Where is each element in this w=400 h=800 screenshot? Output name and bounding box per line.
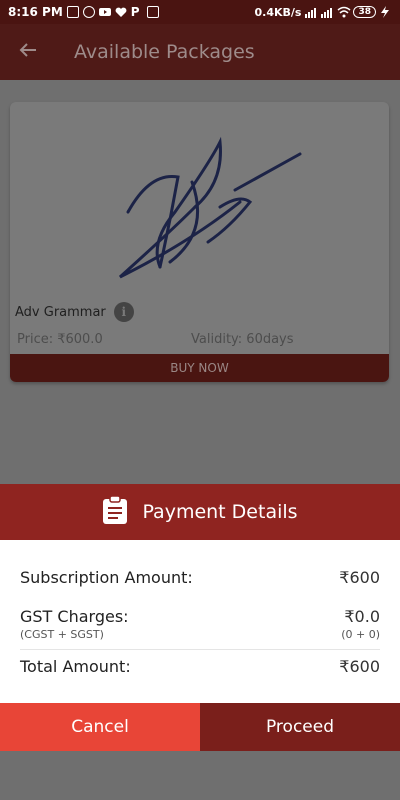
subscription-row: Subscription Amount: ₹600: [20, 568, 380, 587]
status-left: 8:16 PM P: [8, 5, 159, 19]
gst-breakdown-label: (CGST + SGST): [20, 628, 104, 641]
info-icon[interactable]: i: [113, 302, 134, 322]
package-validity: Validity: 60days: [191, 332, 294, 347]
payment-header: Payment Details: [0, 484, 400, 540]
arrow-left-icon: [18, 40, 38, 64]
gst-breakdown-row: (CGST + SGST) (0 + 0): [20, 628, 380, 641]
youtube-icon: [98, 6, 111, 18]
charging-icon: [380, 6, 392, 18]
payment-details: Subscription Amount: ₹600 GST Charges: ₹…: [0, 540, 400, 703]
payment-title: Payment Details: [142, 501, 298, 523]
total-label: Total Amount:: [20, 657, 131, 676]
package-image: [10, 102, 389, 302]
p-icon: P: [130, 5, 140, 19]
signal-icon: [321, 6, 333, 18]
signal-icon: [305, 6, 317, 18]
clipboard-icon: [102, 495, 128, 529]
buy-now-button[interactable]: BUY NOW: [10, 354, 389, 382]
gst-row: GST Charges: ₹0.0: [20, 607, 380, 626]
news-icon: [66, 6, 79, 18]
network-speed: 0.4KB/s: [254, 5, 302, 19]
status-time: 8:16 PM: [8, 5, 63, 19]
back-button[interactable]: [0, 24, 56, 80]
gst-label: GST Charges:: [20, 607, 129, 626]
payment-actions: Cancel Proceed: [0, 703, 400, 751]
package-price: Price: ₹600.0: [17, 332, 103, 347]
gst-breakdown-value: (0 + 0): [341, 628, 380, 641]
divider: [20, 649, 380, 650]
status-bar: 8:16 PM P 0.4KB/s 38: [0, 0, 400, 24]
page-title: Available Packages: [74, 41, 255, 63]
total-row: Total Amount: ₹600: [20, 657, 380, 676]
package-card[interactable]: Adv Grammar i Price: ₹600.0 Validity: 60…: [10, 102, 389, 382]
subscription-value: ₹600: [339, 568, 380, 587]
total-value: ₹600: [339, 657, 380, 676]
app-bar: Available Packages: [0, 24, 400, 80]
package-name-row: Adv Grammar i: [15, 302, 134, 322]
cancel-button[interactable]: Cancel: [0, 703, 200, 751]
battery-icon: 38: [353, 6, 376, 18]
app-icon: [146, 6, 159, 18]
game-icon: [82, 6, 95, 18]
package-name: Adv Grammar: [15, 304, 106, 320]
wifi-icon: [337, 6, 351, 18]
gst-value: ₹0.0: [344, 607, 380, 626]
status-right: 0.4KB/s 38: [255, 6, 393, 19]
proceed-button[interactable]: Proceed: [200, 703, 400, 751]
subscription-label: Subscription Amount:: [20, 568, 193, 587]
heart-icon: [115, 6, 127, 18]
